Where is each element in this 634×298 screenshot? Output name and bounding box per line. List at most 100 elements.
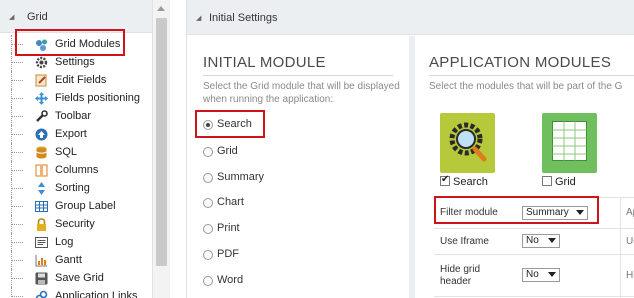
checkbox-checked[interactable] bbox=[440, 174, 450, 186]
settings-header[interactable]: ◢ Initial Settings bbox=[187, 0, 634, 35]
checkbox-unchecked[interactable] bbox=[542, 176, 552, 186]
tree-item-label: Export bbox=[55, 128, 87, 140]
tree-scrollbar[interactable] bbox=[152, 0, 170, 298]
tree-item-gantt[interactable]: Gantt bbox=[0, 251, 152, 269]
tree-item-save-grid[interactable]: Save Grid bbox=[0, 269, 152, 287]
highlight-box-grid-modules bbox=[15, 29, 125, 56]
gear-icon bbox=[35, 56, 48, 69]
search-module-icon bbox=[446, 119, 490, 170]
tree-connector bbox=[11, 89, 23, 107]
select-value: No bbox=[526, 235, 539, 246]
tree-item-columns[interactable]: Columns bbox=[0, 161, 152, 179]
application-modules-title: APPLICATION MODULES bbox=[429, 54, 612, 71]
tree-panel: ◢ Grid Grid Modules Settings Edit Fields… bbox=[0, 0, 170, 298]
settings-panel: ◢ Initial Settings INITIAL MODULE Select… bbox=[186, 0, 634, 298]
grid-module-label: Grid bbox=[555, 176, 576, 188]
use-iframe-select[interactable]: No bbox=[522, 234, 560, 248]
app-root: ◢ Grid Grid Modules Settings Edit Fields… bbox=[0, 0, 634, 298]
tree-item-application-links[interactable]: Application Links bbox=[0, 287, 152, 298]
grid-module-icon bbox=[552, 121, 587, 164]
tree-item-label: Settings bbox=[55, 56, 95, 68]
collapse-triangle-icon[interactable]: ◢ bbox=[196, 14, 201, 22]
collapse-triangle-icon[interactable]: ◢ bbox=[9, 13, 14, 21]
grid-module-card[interactable] bbox=[542, 113, 597, 173]
tree-connector bbox=[11, 143, 23, 161]
link-icon bbox=[35, 290, 48, 298]
tree-item-fields-positioning[interactable]: Fields positioning bbox=[0, 89, 152, 107]
radio-label: Summary bbox=[217, 171, 265, 183]
tree-item-label: Sorting bbox=[55, 182, 90, 194]
search-module-card[interactable] bbox=[440, 113, 495, 173]
tree-item-sql[interactable]: SQL bbox=[0, 143, 152, 161]
radio-button[interactable] bbox=[203, 250, 213, 260]
highlight-box-search-radio bbox=[195, 110, 265, 138]
tree-item-label: Columns bbox=[55, 164, 99, 176]
scroll-thumb[interactable] bbox=[156, 18, 167, 266]
tree-connector bbox=[11, 179, 23, 197]
tree-item-label: Toolbar bbox=[55, 110, 92, 122]
radio-label: Chart bbox=[217, 196, 244, 208]
tree-item-label: Application Links bbox=[55, 290, 138, 298]
gantt-chart-icon bbox=[35, 254, 47, 267]
log-icon bbox=[35, 236, 48, 248]
tree-item-label: Log bbox=[55, 236, 74, 248]
radio-label: PDF bbox=[217, 248, 239, 260]
tree-item-label: Fields positioning bbox=[55, 92, 140, 104]
tree-list: Grid Modules Settings Edit Fields Fields… bbox=[0, 35, 152, 298]
database-icon bbox=[35, 146, 47, 159]
column-divider bbox=[409, 36, 415, 298]
tree-connector bbox=[11, 161, 23, 179]
search-module-label: Search bbox=[453, 176, 488, 188]
export-icon bbox=[35, 128, 48, 141]
edit-fields-icon bbox=[35, 74, 47, 87]
hide-grid-header-select[interactable]: No bbox=[522, 268, 560, 282]
hide-grid-header-extra: Hide bbox=[626, 270, 634, 281]
scroll-up-icon[interactable] bbox=[157, 6, 165, 11]
radio-label: Grid bbox=[217, 145, 238, 157]
initial-module-rule bbox=[203, 75, 393, 76]
radio-button[interactable] bbox=[203, 173, 213, 183]
radio-button[interactable] bbox=[203, 198, 213, 208]
tree-item-export[interactable]: Export bbox=[0, 125, 152, 143]
tree-connector bbox=[11, 251, 23, 269]
grid-module-checkbox[interactable]: Grid bbox=[542, 176, 576, 188]
tree-connector bbox=[11, 269, 23, 287]
tree-item-label: Edit Fields bbox=[55, 74, 107, 86]
wrench-icon bbox=[35, 110, 48, 122]
initial-module-title: INITIAL MODULE bbox=[203, 54, 326, 71]
initial-module-description: Select the Grid module that will be disp… bbox=[203, 81, 400, 105]
lock-icon bbox=[35, 218, 47, 231]
hide-grid-header-label: Hide grid header bbox=[440, 264, 481, 287]
tree-connector bbox=[11, 287, 23, 298]
use-iframe-extra: Use I bbox=[626, 236, 634, 247]
chevron-down-icon bbox=[548, 238, 556, 243]
search-module-checkbox[interactable]: Search bbox=[440, 174, 488, 188]
radio-button[interactable] bbox=[203, 276, 213, 286]
tree-connector bbox=[11, 125, 23, 143]
tree-connector bbox=[11, 107, 23, 125]
sort-icon bbox=[35, 182, 47, 195]
save-icon bbox=[35, 272, 48, 285]
settings-title: Initial Settings bbox=[209, 12, 278, 24]
tree-item-log[interactable]: Log bbox=[0, 233, 152, 251]
tree-item-group-label[interactable]: Group Label bbox=[0, 197, 152, 215]
highlight-box-filter-module bbox=[434, 196, 599, 224]
tree-connector bbox=[11, 71, 23, 89]
application-modules-description: Select the modules that will be part of … bbox=[429, 81, 623, 92]
tree-item-security[interactable]: Security bbox=[0, 215, 152, 233]
use-iframe-row: Use Iframe No Use I bbox=[434, 228, 634, 254]
select-value: No bbox=[526, 269, 539, 280]
tree-item-toolbar[interactable]: Toolbar bbox=[0, 107, 152, 125]
tree-title: Grid bbox=[27, 11, 48, 23]
tree-item-label: Security bbox=[55, 218, 95, 230]
radio-button[interactable] bbox=[203, 147, 213, 157]
radio-label: Word bbox=[217, 274, 244, 286]
radio-button[interactable] bbox=[203, 224, 213, 234]
columns-icon bbox=[35, 164, 48, 177]
tree-connector bbox=[11, 197, 23, 215]
table-icon bbox=[35, 200, 48, 212]
tree-connector bbox=[11, 215, 23, 233]
tree-item-edit-fields[interactable]: Edit Fields bbox=[0, 71, 152, 89]
move-arrows-icon bbox=[35, 92, 48, 105]
tree-item-sorting[interactable]: Sorting bbox=[0, 179, 152, 197]
